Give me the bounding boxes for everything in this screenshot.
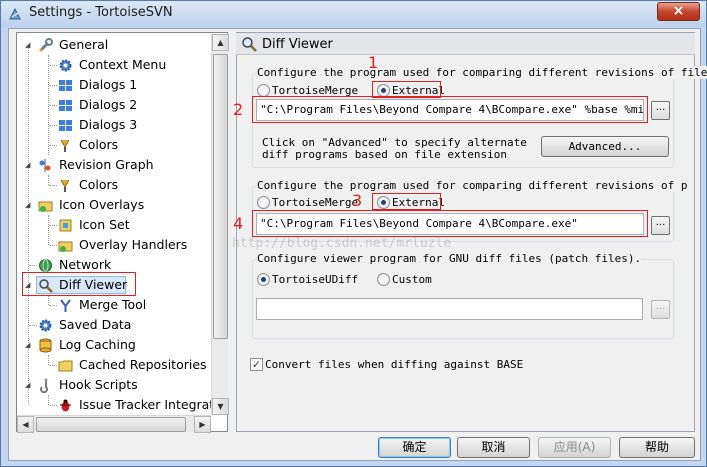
annotation-number-2: 2	[233, 100, 244, 119]
graph-icon	[39, 159, 51, 172]
watermark-text: http://blog.csdn.net/mrluzle	[232, 236, 452, 251]
convert-files-checkbox[interactable]: ✓	[250, 358, 263, 371]
tree-horizontal-scrollbar[interactable]: ◀ ▶	[17, 415, 211, 433]
annotation-number-4: 4	[233, 214, 244, 233]
tree-item-log-caching[interactable]: ◢ Log Caching	[17, 335, 212, 355]
annotation-box-3	[372, 193, 441, 210]
magnifier-icon	[242, 37, 257, 52]
expanded-arrow-icon[interactable]: ◢	[25, 42, 32, 49]
windows-flag-icon	[59, 80, 72, 91]
tree-item-cached-repositories[interactable]: Cached Repositories	[17, 355, 212, 375]
tree-item-saved-data[interactable]: Saved Data	[17, 315, 212, 335]
bug-icon	[60, 399, 71, 412]
gear-icon	[59, 59, 72, 72]
ok-button[interactable]: 确定	[378, 437, 451, 458]
apply-button[interactable]: 应用(A)	[538, 437, 611, 458]
scroll-thumb[interactable]	[36, 417, 186, 432]
icon-set-icon	[59, 219, 72, 232]
advanced-hint-line2: diff programs based on file extension	[262, 148, 508, 161]
annotation-number-1: 1	[368, 53, 379, 72]
tree-item-general[interactable]: ◢ General	[17, 35, 212, 55]
advanced-button[interactable]: Advanced...	[541, 136, 669, 157]
scroll-right-arrow-icon[interactable]: ▶	[194, 416, 211, 433]
expanded-arrow-icon[interactable]: ◢	[25, 382, 32, 389]
tree-item-merge-tool[interactable]: Merge Tool	[17, 295, 212, 315]
window-title: Settings - TortoiseSVN	[29, 5, 173, 20]
files-diff-group-label: Configure the program used for comparing…	[257, 66, 707, 79]
patch-viewer-group-label: Configure viewer program for GNU diff fi…	[257, 252, 642, 265]
patch-viewer-browse-button[interactable]: ...	[651, 300, 670, 319]
wrench-icon	[39, 38, 53, 52]
tree-item-revision-graph[interactable]: ◢ Revision Graph	[17, 155, 212, 175]
custom-label[interactable]: Custom	[392, 273, 432, 286]
tortoiseudiff-label[interactable]: TortoiseUDiff	[272, 273, 358, 286]
files-browse-button[interactable]: ...	[651, 101, 670, 120]
overlay-folder-icon	[38, 201, 53, 212]
folder-icon	[58, 360, 73, 372]
scroll-left-arrow-icon[interactable]: ◀	[17, 416, 34, 433]
expanded-arrow-icon[interactable]: ◢	[25, 342, 32, 349]
expanded-arrow-icon[interactable]: ◢	[25, 202, 32, 209]
merge-icon	[60, 299, 71, 312]
tree-item-colors[interactable]: Colors	[17, 135, 212, 155]
windows-flag-icon	[59, 100, 72, 111]
paint-brush-icon	[60, 179, 70, 192]
globe-icon	[39, 259, 52, 272]
annotation-highlight-diff-viewer	[22, 272, 136, 296]
tree-item-graph-colors[interactable]: Colors	[17, 175, 212, 195]
tortoiseudiff-radio[interactable]	[257, 273, 270, 286]
tree-item-overlay-handlers[interactable]: Overlay Handlers	[17, 235, 212, 255]
properties-browse-button[interactable]: ...	[651, 216, 670, 235]
tree-item-issue-tracker[interactable]: Issue Tracker Integrati	[17, 395, 218, 415]
properties-tortoisemerge-radio[interactable]	[257, 196, 270, 209]
tree-item-icon-overlays[interactable]: ◢ Icon Overlays	[17, 195, 212, 215]
properties-tortoisemerge-label[interactable]: TortoiseMerge	[272, 196, 358, 209]
cancel-button[interactable]: 取消	[457, 437, 530, 458]
tortoisesvn-app-icon	[9, 7, 21, 20]
overlay-folder-icon	[58, 241, 73, 252]
database-icon	[39, 338, 52, 353]
convert-files-label[interactable]: Convert files when diffing against BASE	[265, 358, 523, 371]
custom-radio[interactable]	[377, 273, 390, 286]
expanded-arrow-icon[interactable]: ◢	[25, 162, 32, 169]
help-button[interactable]: 帮助	[619, 437, 695, 458]
properties-diff-group-label: Configure the program used for comparing…	[257, 179, 689, 192]
annotation-box-4	[252, 210, 648, 237]
tree-item-context-menu[interactable]: Context Menu	[17, 55, 212, 75]
annotation-box-2	[252, 96, 648, 123]
page-title: Diff Viewer	[262, 37, 333, 52]
tree-item-dialogs-1[interactable]: Dialogs 1	[17, 75, 212, 95]
scroll-thumb[interactable]	[213, 54, 228, 339]
close-button[interactable]: ×	[657, 2, 700, 21]
tree-item-dialogs-3[interactable]: Dialogs 3	[17, 115, 212, 135]
hook-icon	[40, 378, 48, 393]
tree-vertical-scrollbar[interactable]: ▲ ▼	[211, 34, 229, 415]
annotation-number-3: 3	[352, 191, 363, 210]
tree-item-icon-set[interactable]: Icon Set	[17, 215, 212, 235]
paint-brush-icon	[60, 139, 70, 152]
settings-tree[interactable]: ◢ General Context Menu Dialogs 1 Dialogs…	[16, 32, 228, 432]
scroll-up-arrow-icon[interactable]: ▲	[212, 34, 229, 51]
windows-flag-icon	[59, 120, 72, 131]
tree-item-hook-scripts[interactable]: ◢ Hook Scripts	[17, 375, 212, 395]
scroll-down-arrow-icon[interactable]: ▼	[212, 398, 229, 415]
patch-viewer-path-field[interactable]	[256, 298, 643, 320]
gear-icon	[39, 319, 52, 332]
tree-item-dialogs-2[interactable]: Dialogs 2	[17, 95, 212, 115]
title-bar[interactable]: Settings - TortoiseSVN ×	[1, 1, 706, 27]
